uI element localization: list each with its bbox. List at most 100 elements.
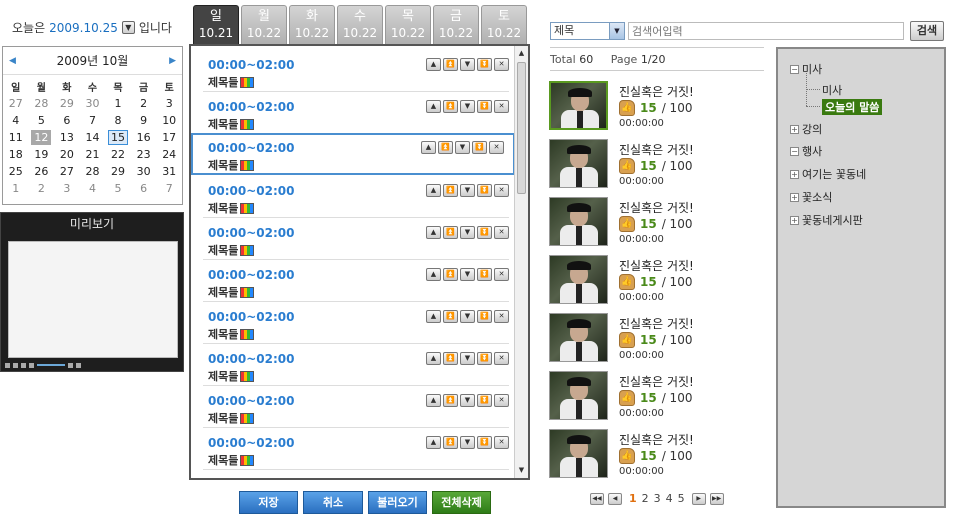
prev-icon[interactable] — [21, 362, 26, 368]
next-page-icon[interactable]: ▶ — [691, 492, 706, 505]
calendar-day[interactable]: 29 — [105, 163, 131, 180]
seek-bar[interactable] — [37, 364, 65, 366]
volume-icon[interactable] — [68, 362, 73, 368]
chevron-down-icon[interactable]: ▼ — [609, 23, 624, 39]
move-top-icon[interactable]: ⏫ — [443, 436, 458, 449]
move-bottom-icon[interactable]: ⏬ — [477, 100, 492, 113]
video-item[interactable]: 진실혹은 거짓! 👍 15 / 100 00:00:00 — [549, 313, 764, 367]
move-bottom-icon[interactable]: ⏬ — [477, 58, 492, 71]
video-item[interactable]: 진실혹은 거짓! 👍 15 / 100 00:00:00 — [549, 371, 764, 425]
calendar-day[interactable]: 11 — [3, 129, 29, 146]
calendar-day[interactable]: 12 — [29, 129, 55, 146]
search-field-select[interactable]: 제목 ▼ — [550, 22, 625, 40]
remove-icon[interactable]: ✕ — [494, 100, 509, 113]
move-down-icon[interactable]: ▼ — [455, 141, 470, 154]
video-title[interactable]: 진실혹은 거짓! — [619, 199, 694, 216]
prev-month-icon[interactable]: ◀ — [9, 56, 16, 66]
calendar-day[interactable]: 3 — [54, 180, 80, 197]
expand-icon[interactable]: + — [790, 192, 799, 202]
video-title[interactable]: 진실혹은 거짓! — [619, 257, 694, 274]
move-top-icon[interactable]: ⏫ — [443, 268, 458, 281]
move-down-icon[interactable]: ▼ — [460, 226, 475, 239]
calendar-day[interactable]: 2 — [131, 95, 157, 112]
move-bottom-icon[interactable]: ⏬ — [477, 436, 492, 449]
schedule-row[interactable]: 00:00~02:00 제목들 ▲ ⏫ ▼ ⏬ ✕ — [203, 50, 509, 92]
video-item[interactable]: 진실혹은 거짓! 👍 15 / 100 00:00:00 — [549, 139, 764, 193]
chevron-down-icon[interactable]: ▼ — [121, 21, 135, 34]
calendar-day[interactable]: 9 — [131, 112, 157, 129]
load-button[interactable]: 불러오기 — [368, 491, 427, 514]
schedule-row[interactable]: 00:00~02:00 제목들 ▲ ⏫ ▼ ⏬ ✕ — [203, 302, 509, 344]
tree-node[interactable]: − 행사 — [790, 143, 822, 159]
calendar-day[interactable]: 10 — [156, 112, 182, 129]
tree-node[interactable]: + 강의 — [790, 121, 822, 137]
calendar-day[interactable]: 13 — [54, 129, 80, 146]
calendar-day[interactable]: 22 — [105, 146, 131, 163]
move-up-icon[interactable]: ▲ — [426, 58, 441, 71]
calendar-day[interactable]: 14 — [80, 129, 106, 146]
scroll-up-icon[interactable]: ▲ — [515, 47, 528, 60]
stop-icon[interactable] — [13, 362, 18, 368]
calendar-day[interactable]: 20 — [54, 146, 80, 163]
move-bottom-icon[interactable]: ⏬ — [477, 352, 492, 365]
tab-day-5[interactable]: 금 10.22 — [433, 5, 479, 44]
page-link[interactable]: 1 — [629, 492, 637, 505]
cancel-button[interactable]: 취소 — [303, 491, 363, 514]
move-top-icon[interactable]: ⏫ — [443, 352, 458, 365]
move-down-icon[interactable]: ▼ — [460, 394, 475, 407]
remove-icon[interactable]: ✕ — [494, 352, 509, 365]
tab-day-1[interactable]: 월 10.22 — [241, 5, 287, 44]
move-top-icon[interactable]: ⏫ — [443, 100, 458, 113]
calendar-day[interactable]: 25 — [3, 163, 29, 180]
remove-icon[interactable]: ✕ — [494, 268, 509, 281]
calendar-day[interactable]: 27 — [3, 95, 29, 112]
calendar-day[interactable]: 1 — [3, 180, 29, 197]
video-title[interactable]: 진실혹은 거짓! — [619, 373, 694, 390]
page-link[interactable]: 4 — [666, 492, 673, 505]
schedule-row[interactable]: 00:00~02:00 제목들 ▲ ⏫ ▼ ⏬ ✕ — [203, 428, 509, 470]
move-up-icon[interactable]: ▲ — [426, 100, 441, 113]
move-up-icon[interactable]: ▲ — [426, 310, 441, 323]
calendar-day[interactable]: 7 — [156, 180, 182, 197]
video-thumbnail[interactable] — [549, 255, 608, 304]
tab-day-2[interactable]: 화 10.22 — [289, 5, 335, 44]
calendar-day[interactable]: 27 — [54, 163, 80, 180]
schedule-scrollbar[interactable]: ▲ ▼ — [514, 46, 528, 478]
play-icon[interactable] — [5, 362, 10, 368]
calendar-day[interactable]: 31 — [156, 163, 182, 180]
scroll-thumb[interactable] — [517, 62, 526, 194]
move-down-icon[interactable]: ▼ — [460, 310, 475, 323]
video-title[interactable]: 진실혹은 거짓! — [619, 83, 694, 100]
move-bottom-icon[interactable]: ⏬ — [477, 226, 492, 239]
calendar-day[interactable]: 26 — [29, 163, 55, 180]
calendar-day[interactable]: 4 — [80, 180, 106, 197]
tree-node[interactable]: + 여기는 꽃동네 — [790, 166, 866, 182]
video-item[interactable]: 진실혹은 거짓! 👍 15 / 100 00:00:00 — [549, 255, 764, 309]
calendar-day[interactable]: 16 — [131, 129, 157, 146]
video-item[interactable]: 진실혹은 거짓! 👍 15 / 100 00:00:00 — [549, 197, 764, 251]
calendar-day[interactable]: 1 — [105, 95, 131, 112]
move-up-icon[interactable]: ▲ — [421, 141, 436, 154]
next-month-icon[interactable]: ▶ — [169, 56, 176, 66]
move-down-icon[interactable]: ▼ — [460, 184, 475, 197]
video-thumbnail[interactable] — [549, 429, 608, 478]
move-top-icon[interactable]: ⏫ — [443, 184, 458, 197]
collapse-icon[interactable]: − — [790, 146, 799, 156]
prev-page-icon[interactable]: ◀ — [608, 492, 622, 505]
schedule-row[interactable]: 00:00~02:00 제목들 ▲ ⏫ ▼ ⏬ ✕ — [203, 260, 509, 302]
schedule-row[interactable]: 00:00~02:00 제목들 ▲ ⏫ ▼ ⏬ ✕ — [191, 133, 515, 175]
schedule-row[interactable]: 00:00~02:00 제목들 ▲ ⏫ ▼ ⏬ ✕ — [203, 218, 509, 260]
tree-node[interactable]: + 꽃동네게시판 — [790, 212, 863, 228]
calendar-day[interactable]: 15 — [105, 129, 131, 146]
move-down-icon[interactable]: ▼ — [460, 268, 475, 281]
calendar-day[interactable]: 7 — [80, 112, 106, 129]
schedule-row[interactable]: 00:00~02:00 제목들 ▲ ⏫ ▼ ⏬ ✕ — [203, 386, 509, 428]
calendar-day[interactable]: 6 — [131, 180, 157, 197]
calendar-day[interactable]: 3 — [156, 95, 182, 112]
first-page-icon[interactable]: ◀◀ — [590, 492, 604, 505]
remove-icon[interactable]: ✕ — [494, 226, 509, 239]
calendar-day[interactable]: 4 — [3, 112, 29, 129]
move-up-icon[interactable]: ▲ — [426, 394, 441, 407]
calendar-day[interactable]: 24 — [156, 146, 182, 163]
move-bottom-icon[interactable]: ⏬ — [477, 268, 492, 281]
